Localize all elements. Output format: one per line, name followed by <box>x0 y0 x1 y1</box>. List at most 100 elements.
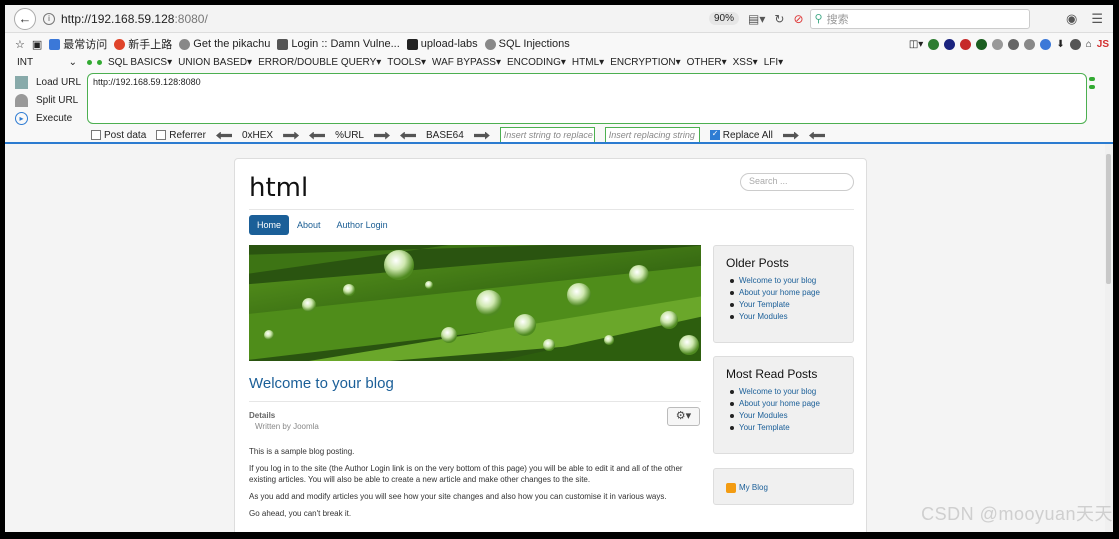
star-icon[interactable]: ☆ <box>15 38 25 51</box>
bookmark-item[interactable]: 最常访问 <box>49 36 107 52</box>
shield-icon[interactable] <box>976 38 988 50</box>
execute-button[interactable]: ▸ Execute <box>15 109 85 127</box>
menu-waf-bypass[interactable]: WAF BYPASS▾ <box>432 57 501 68</box>
bookmark-item[interactable]: Get the pikachu <box>179 38 270 50</box>
reader-icon[interactable]: ▤▾ <box>748 12 765 26</box>
adblock-icon[interactable] <box>960 38 972 50</box>
menu-sql-basics[interactable]: SQL BASICS▾ <box>108 57 172 68</box>
article-details: Details Written by Joomla <box>249 411 319 431</box>
back-arrow-icon: ← <box>18 11 32 26</box>
extension-icon[interactable] <box>944 38 956 50</box>
page-scrollbar[interactable] <box>1105 144 1113 532</box>
extension-icon[interactable] <box>1069 38 1081 50</box>
home-icon[interactable]: ⌂ <box>1086 39 1092 50</box>
older-posts-module: Older Posts Welcome to your blog About y… <box>713 245 854 343</box>
decode-arrow-icon[interactable] <box>216 132 232 140</box>
hero-image <box>249 245 701 361</box>
menu-error-double-query[interactable]: ERROR/DOUBLE QUERY▾ <box>258 57 381 68</box>
menu-encryption[interactable]: ENCRYPTION▾ <box>610 57 680 68</box>
post-link[interactable]: About your home page <box>726 399 841 408</box>
menu-html[interactable]: HTML▾ <box>572 57 604 68</box>
post-data-checkbox[interactable]: Post data <box>91 130 146 141</box>
menu-tools[interactable]: TOOLS▾ <box>387 57 426 68</box>
account-icon[interactable]: ◉ <box>1066 11 1077 27</box>
address-bar[interactable]: http://192.168.59.128:8080/ <box>61 12 701 26</box>
type-select[interactable]: INT ⌄ <box>17 57 77 68</box>
post-link[interactable]: About your home page <box>726 288 841 297</box>
search-input[interactable]: ⚲ 搜索 <box>809 8 1030 29</box>
hackbar-url-textarea[interactable]: http://192.168.59.128:8080 <box>87 73 1087 124</box>
post-link[interactable]: Welcome to your blog <box>726 276 841 285</box>
chevron-down-icon: ⌄ <box>68 57 77 68</box>
js-icon[interactable]: JS <box>1097 39 1109 50</box>
details-label: Details <box>249 411 276 420</box>
replace-arrow-icon[interactable] <box>782 131 799 140</box>
encode-arrow-icon[interactable] <box>283 131 300 140</box>
info-icon[interactable]: i <box>43 12 55 25</box>
globe-icon <box>179 38 191 50</box>
browser-window: ← i http://192.168.59.128:8080/ 90% ▤▾ ↻… <box>0 0 1119 539</box>
load-url-button[interactable]: Load URL <box>15 73 85 91</box>
extension-icon[interactable] <box>1040 38 1052 50</box>
extension-icon[interactable] <box>928 38 940 50</box>
url-toolbar: ← i http://192.168.59.128:8080/ 90% ▤▾ ↻… <box>5 5 1113 33</box>
module-title: Most Read Posts <box>726 367 818 381</box>
grass-dew-image <box>249 245 701 361</box>
back-button[interactable]: ← <box>14 7 36 30</box>
menu-other[interactable]: OTHER▾ <box>687 57 727 68</box>
site-nav: Home About Author Login <box>249 215 396 235</box>
hackbar-actions: Load URL Split URL ▸ Execute <box>15 73 85 127</box>
post-link[interactable]: Your Template <box>726 423 841 432</box>
download-icon[interactable]: ⬇ <box>1056 39 1064 50</box>
menu-encoding[interactable]: ENCODING▾ <box>507 57 566 68</box>
bookmark-item[interactable]: Login :: Damn Vulne... <box>277 38 400 50</box>
extension-icon[interactable] <box>1024 38 1036 50</box>
bookmark-item[interactable]: upload-labs <box>406 38 478 50</box>
bookmarks-bar: ☆ ▣ 最常访问 新手上路 Get the pikachu Login :: D… <box>5 33 1113 55</box>
encode-arrow-icon[interactable] <box>373 131 390 140</box>
block-icon[interactable]: ⊘ <box>793 12 803 26</box>
extension-icon[interactable] <box>1008 38 1020 50</box>
feed-link[interactable]: My Blog <box>726 482 768 493</box>
decode-arrow-icon[interactable] <box>309 132 325 140</box>
article-tools-button[interactable]: ⚙▾ <box>667 407 700 426</box>
menu-icon[interactable]: ☰ <box>1091 11 1103 27</box>
post-link[interactable]: Welcome to your blog <box>726 387 841 396</box>
nav-about[interactable]: About <box>289 215 329 235</box>
author-line: Written by Joomla <box>255 422 319 431</box>
encode-arrow-icon[interactable] <box>473 131 490 140</box>
undo-replace-arrow-icon[interactable] <box>809 132 825 140</box>
nav-home[interactable]: Home <box>249 215 290 235</box>
menu-union-based[interactable]: UNION BASED▾ <box>178 57 252 68</box>
zoom-level[interactable]: 90% <box>709 12 740 25</box>
zoom-icon[interactable] <box>992 38 1004 50</box>
split-url-button[interactable]: Split URL <box>15 91 85 109</box>
reading-list-icon[interactable]: ▣ <box>32 38 42 51</box>
divider <box>249 209 854 210</box>
site-title[interactable]: html <box>249 173 308 203</box>
load-icon <box>15 75 28 89</box>
hackbar-panel: INT ⌄ SQL BASICS▾ UNION BASED▾ ERROR/DOUB… <box>5 55 1113 145</box>
page-icon <box>277 38 289 50</box>
hex-label: 0xHEX <box>241 130 274 141</box>
menu-lfi[interactable]: LFI▾ <box>764 57 783 68</box>
site-search-input[interactable]: Search ... <box>740 173 854 191</box>
menu-xss[interactable]: XSS▾ <box>733 57 758 68</box>
referrer-checkbox[interactable]: Referrer <box>156 130 206 141</box>
play-icon: ▸ <box>15 111 28 125</box>
replace-all-checkbox[interactable]: Replace All <box>709 129 773 141</box>
decode-arrow-icon[interactable] <box>400 132 416 140</box>
base64-label: BASE64 <box>425 130 464 141</box>
bookmark-item[interactable]: 新手上路 <box>114 36 172 52</box>
post-link[interactable]: Your Modules <box>726 312 841 321</box>
scrollbar-thumb[interactable] <box>1106 154 1111 284</box>
post-link[interactable]: Your Template <box>726 300 841 309</box>
site-container: html Search ... Home About Author Login <box>234 158 867 532</box>
post-link[interactable]: Your Modules <box>726 411 841 420</box>
reload-icon[interactable]: ↻ <box>774 12 784 26</box>
article-title[interactable]: Welcome to your blog <box>249 375 394 392</box>
page-action-icon[interactable]: ◫▾ <box>909 39 923 50</box>
bookmark-item[interactable]: SQL Injections <box>484 38 570 50</box>
firefox-icon <box>114 38 126 50</box>
nav-author-login[interactable]: Author Login <box>329 215 396 235</box>
